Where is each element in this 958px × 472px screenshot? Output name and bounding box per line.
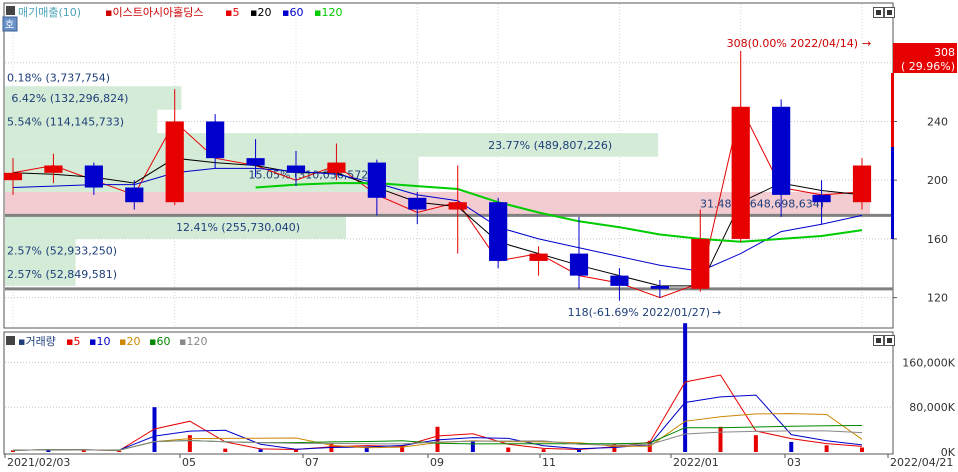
close-price-panel-button[interactable]: [884, 7, 895, 18]
volume-legend-item: ▪5: [66, 335, 80, 348]
ma-legend-item: ▪120: [314, 6, 342, 19]
candle-body: [569, 253, 589, 276]
ma-legend-item: ▪20: [250, 6, 271, 19]
candle-body: [852, 165, 872, 203]
candle-body: [529, 253, 548, 261]
chart-canvas[interactable]: 0.18% (3,737,754) 6.42% (132,296,824) 5.54…: [0, 0, 958, 469]
maximize-volume-panel-button[interactable]: [873, 335, 884, 346]
volume-bar: [506, 447, 511, 452]
candle-body: [772, 106, 791, 195]
candle-body: [206, 121, 225, 159]
volume-bar: [258, 449, 263, 452]
time-axis-label: 05: [182, 456, 196, 468]
candle-body: [246, 158, 265, 166]
volume-legend-item: ▪10: [89, 335, 110, 348]
maximize-price-panel-button[interactable]: [873, 7, 884, 18]
volume-bar: [223, 448, 228, 452]
candle-body: [812, 194, 831, 203]
low-annotation: 118(-61.69% 2022/01/27): [568, 306, 710, 319]
volume-bar: [824, 445, 829, 452]
price-strip-blue: [891, 147, 894, 239]
price-axis-label: 120: [927, 292, 948, 305]
candle-body: [489, 202, 508, 261]
volume-bar: [577, 449, 581, 452]
volume-bar: [683, 323, 688, 452]
volume-profile-label: 0.18% (3,737,754): [7, 71, 110, 84]
close-volume-panel-button[interactable]: [884, 335, 895, 346]
volume-profile-label: 2.57% (52,933,250): [7, 245, 117, 258]
price-strip-red: [891, 73, 894, 147]
volume-bar: [81, 450, 86, 452]
candle-body: [3, 172, 23, 181]
high-annotation: 308(0.00% 2022/04/14): [727, 37, 858, 50]
time-axis-label: 07: [305, 456, 319, 468]
volume-legend-item: ▪60: [149, 335, 170, 348]
volume-title: ▪거래량: [18, 335, 56, 348]
price-axis-label: 240: [927, 115, 948, 128]
time-axis-label: 2021/02/03: [7, 456, 70, 468]
price-panel: 0.18% (3,737,754) 6.42% (132,296,824) 5.54…: [2, 2, 957, 329]
candle-body: [408, 197, 427, 210]
price-axis-label: 160: [927, 233, 948, 246]
volume-profile-label: 6.42% (132,296,824): [11, 92, 128, 105]
toggle-label: 호: [5, 19, 14, 31]
stock-chart-window: 0.18% (3,737,754) 6.42% (132,296,824) 5.54…: [0, 0, 958, 469]
volume-legend-item: ▪20: [119, 335, 140, 348]
volume-legend-item: ▪120: [179, 335, 207, 348]
volume-bar: [718, 426, 723, 452]
volume-panel: 160,000K80,000K0K ▪거래량 ▪5 ▪10 ▪20 ▪60 ▪120: [3, 323, 956, 459]
candle-body: [84, 165, 103, 188]
volume-bar: [789, 441, 794, 452]
volume-axis-label: 80,000K: [909, 401, 955, 414]
indicator-label: 매기매출(10): [18, 6, 81, 19]
volume-bar: [470, 440, 475, 452]
volume-bar: [541, 449, 546, 452]
volume-profile-label: 23.77% (489,807,226): [488, 139, 612, 152]
time-axis-label: 09: [430, 456, 444, 468]
high-annotation-arrow: →: [862, 37, 871, 50]
current-price-change: ( 29.96%): [901, 60, 955, 73]
time-axis-label: 2022/01: [673, 456, 719, 468]
volume-profile-label: 2.57% (52,849,581): [7, 268, 117, 281]
low-annotation-arrow: →: [712, 306, 721, 319]
volume-bar: [860, 447, 864, 452]
candle-body: [327, 162, 346, 173]
current-price-value: 308: [934, 46, 955, 59]
candle-body: [125, 187, 144, 203]
ma-legend-item: ▪5: [225, 6, 239, 19]
time-axis-label: 2022/04/21: [890, 456, 953, 468]
time-axis-label: 03: [787, 456, 801, 468]
volume-bar: [187, 435, 192, 452]
price-axis-label: 200: [927, 174, 948, 187]
volume-panel-menu-icon: [6, 336, 15, 345]
volume-axis-label: 160,000K: [902, 356, 955, 369]
volume-bar: [753, 435, 758, 452]
panel-menu-icon: [6, 6, 15, 15]
volume-bar: [294, 449, 298, 452]
candle-body: [44, 165, 63, 173]
candle-body: [610, 275, 629, 286]
volume-profile-label: 12.41% (255,730,040): [176, 221, 300, 234]
candle-body: [691, 238, 710, 289]
candle-body: [367, 162, 386, 198]
ma-legend-item: ▪60: [282, 6, 303, 19]
volume-profile-label: 5.54% (114,145,733): [7, 115, 124, 128]
candle-body: [165, 121, 184, 203]
stock-name: ▪이스트아시아홀딩스: [105, 6, 204, 19]
candle-body: [731, 106, 750, 239]
candle-body: [286, 165, 306, 173]
candle-body: [448, 202, 467, 210]
time-axis-label: 11: [542, 456, 556, 468]
candle-body: [650, 285, 669, 289]
